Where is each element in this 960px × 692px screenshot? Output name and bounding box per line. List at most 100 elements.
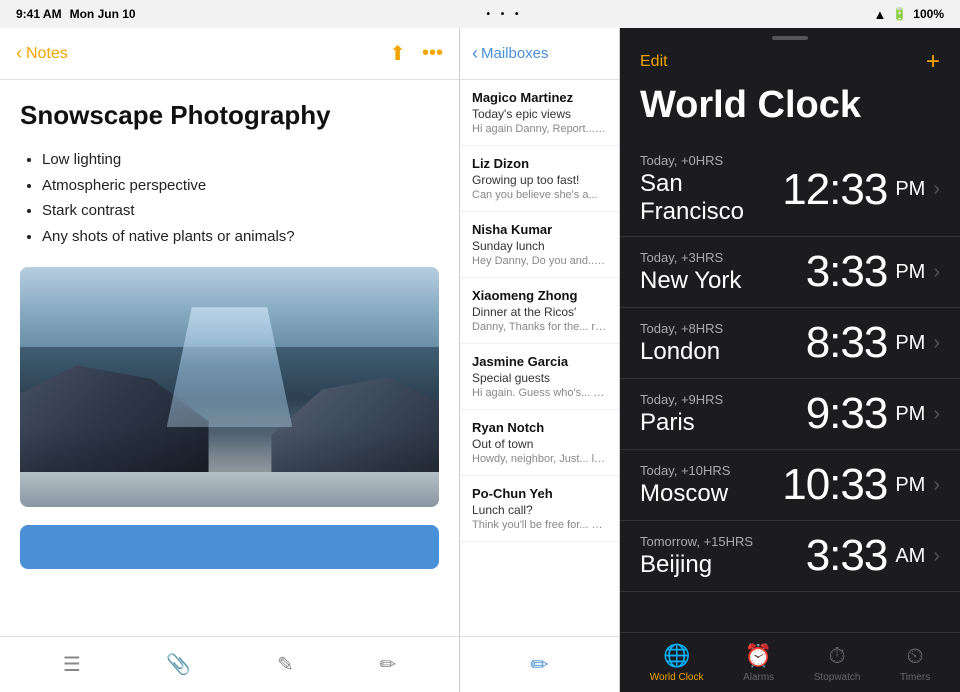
clock-city-moscow: Moscow xyxy=(640,480,730,508)
tab-timers[interactable]: ⏲ Timers xyxy=(900,643,930,683)
status-bar-right: ▲ 🔋 100% xyxy=(873,7,944,22)
notes-pen-icon[interactable]: ✎ xyxy=(277,652,294,677)
mail-item-7[interactable]: Po-Chun Yeh Lunch call? Think you'll be … xyxy=(460,476,619,542)
status-bar: 9:41 AM Mon Jun 10 • • • ▲ 🔋 100% xyxy=(0,0,960,28)
mail-item-3[interactable]: Nisha Kumar Sunday lunch Hey Danny, Do y… xyxy=(460,212,619,278)
mail-preview-6: Howdy, neighbor, Just... leaving Tuesday… xyxy=(472,453,607,465)
clock-offset-sf: Today, +0HRS xyxy=(640,153,782,168)
notes-attach-icon[interactable]: 📎 xyxy=(166,652,191,677)
tab-alarms[interactable]: ⏰ Alarms xyxy=(743,643,774,683)
clock-time-paris: 9:33 xyxy=(806,389,888,439)
notes-header-icons: ⬆ ••• xyxy=(389,41,443,66)
clock-add-button[interactable]: + xyxy=(926,48,940,76)
mail-compose-icon[interactable]: ✏ xyxy=(530,652,548,678)
notes-toolbar: ☰ 📎 ✎ ✏ xyxy=(0,636,459,692)
notes-header: ‹ Notes ⬆ ••• xyxy=(0,28,459,80)
clock-time-london: 8:33 xyxy=(806,318,888,368)
mail-preview-7: Think you'll be free for... you think mi… xyxy=(472,519,607,531)
notes-bullet-2: Atmospheric perspective xyxy=(42,173,439,199)
mail-sender-4: Xiaomeng Zhong xyxy=(472,288,607,303)
mail-item-1[interactable]: Magico Martinez Today's epic views Hi ag… xyxy=(460,80,619,146)
clock-chevron-london xyxy=(933,332,940,355)
mail-subject-3: Sunday lunch xyxy=(472,239,607,253)
notes-photo xyxy=(20,267,439,507)
tab-stopwatch[interactable]: ⏱ Stopwatch xyxy=(814,643,861,683)
wifi-icon: ▲ xyxy=(873,7,886,22)
mail-subject-5: Special guests xyxy=(472,371,607,385)
clock-offset-beijing: Tomorrow, +15HRS xyxy=(640,534,753,549)
clock-panel: Edit + World Clock Today, +0HRS San Fran… xyxy=(620,28,960,692)
mail-toolbar: ✏ xyxy=(460,636,619,692)
mail-item-4[interactable]: Xiaomeng Zhong Dinner at the Ricos' Dann… xyxy=(460,278,619,344)
clock-item-beijing[interactable]: Tomorrow, +15HRS Beijing 3:33 AM xyxy=(620,521,960,592)
clock-offset-london: Today, +8HRS xyxy=(640,321,723,336)
clock-city-ny: New York xyxy=(640,267,741,295)
notes-panel: ‹ Notes ⬆ ••• Snowscape Photography Low … xyxy=(0,28,460,692)
notes-list-icon[interactable]: ☰ xyxy=(63,652,81,677)
clock-ampm-paris: PM xyxy=(895,403,925,426)
battery-icon: 🔋 xyxy=(892,7,907,21)
clock-item-moscow[interactable]: Today, +10HRS Moscow 10:33 PM xyxy=(620,450,960,521)
clock-city-london: London xyxy=(640,338,723,366)
mail-sender-2: Liz Dizon xyxy=(472,156,607,171)
clock-offset-paris: Today, +9HRS xyxy=(640,392,723,407)
notes-more-icon[interactable]: ••• xyxy=(422,42,443,65)
clock-chevron-sf xyxy=(933,178,940,201)
mail-preview-2: Can you believe she's a... xyxy=(472,189,607,201)
mail-item-2[interactable]: Liz Dizon Growing up too fast! Can you b… xyxy=(460,146,619,212)
mail-item-6[interactable]: Ryan Notch Out of town Howdy, neighbor, … xyxy=(460,410,619,476)
clock-offset-moscow: Today, +10HRS xyxy=(640,463,730,478)
clock-city-paris: Paris xyxy=(640,409,723,437)
mail-header: ‹ Mailboxes xyxy=(460,28,619,80)
clock-item-san-francisco[interactable]: Today, +0HRS San Francisco 12:33 PM xyxy=(620,143,960,237)
notes-share-icon[interactable]: ⬆ xyxy=(389,41,406,66)
mail-preview-5: Hi again. Guess who's... know how to mak… xyxy=(472,387,607,399)
mail-sender-5: Jasmine Garcia xyxy=(472,354,607,369)
clock-time-sf: 12:33 xyxy=(782,165,887,215)
mail-item-5[interactable]: Jasmine Garcia Special guests Hi again. … xyxy=(460,344,619,410)
clock-item-new-york[interactable]: Today, +3HRS New York 3:33 PM xyxy=(620,237,960,308)
clock-edit-button[interactable]: Edit xyxy=(640,53,668,71)
status-time: 9:41 AM xyxy=(16,7,62,21)
clock-chevron-moscow xyxy=(933,474,940,497)
tab-world-clock[interactable]: 🌐 World Clock xyxy=(650,643,704,683)
clock-city-beijing: Beijing xyxy=(640,551,753,579)
world-clock-icon: 🌐 xyxy=(663,643,690,669)
clock-list: Today, +0HRS San Francisco 12:33 PM Toda… xyxy=(620,143,960,632)
notes-back-button[interactable]: ‹ Notes xyxy=(16,43,68,64)
mail-panel: ‹ Mailboxes Magico Martinez Today's epic… xyxy=(460,28,620,692)
status-dots: • • • xyxy=(487,9,523,20)
mail-sender-3: Nisha Kumar xyxy=(472,222,607,237)
notes-title: Snowscape Photography xyxy=(20,100,439,131)
mail-subject-4: Dinner at the Ricos' xyxy=(472,305,607,319)
mail-subject-1: Today's epic views xyxy=(472,107,607,121)
clock-header: Edit + xyxy=(620,48,960,84)
clock-item-london[interactable]: Today, +8HRS London 8:33 PM xyxy=(620,308,960,379)
notes-back-label: Notes xyxy=(26,45,68,63)
notes-bullet-3: Stark contrast xyxy=(42,198,439,224)
mail-back-chevron: ‹ xyxy=(472,43,478,64)
notes-back-chevron: ‹ xyxy=(16,43,22,64)
status-bar-center: • • • xyxy=(487,9,523,20)
clock-time-beijing: 3:33 xyxy=(806,531,888,581)
mail-back-label: Mailboxes xyxy=(481,45,549,62)
mail-sender-1: Magico Martinez xyxy=(472,90,607,105)
notes-content: Snowscape Photography Low lighting Atmos… xyxy=(0,80,459,636)
notes-compose-icon[interactable]: ✏ xyxy=(379,652,396,677)
notes-bullets: Low lighting Atmospheric perspective Sta… xyxy=(20,147,439,249)
mail-back-button[interactable]: ‹ Mailboxes xyxy=(472,43,549,64)
mail-subject-2: Growing up too fast! xyxy=(472,173,607,187)
stopwatch-tab-label: Stopwatch xyxy=(814,672,861,683)
timers-tab-label: Timers xyxy=(900,672,930,683)
world-clock-tab-label: World Clock xyxy=(650,672,704,683)
clock-chevron-ny xyxy=(933,261,940,284)
clock-item-paris[interactable]: Today, +9HRS Paris 9:33 PM xyxy=(620,379,960,450)
status-bar-left: 9:41 AM Mon Jun 10 xyxy=(16,7,136,21)
clock-title: World Clock xyxy=(620,84,960,143)
clock-ampm-london: PM xyxy=(895,332,925,355)
mail-sender-7: Po-Chun Yeh xyxy=(472,486,607,501)
mail-sender-6: Ryan Notch xyxy=(472,420,607,435)
clock-ampm-sf: PM xyxy=(895,178,925,201)
mail-subject-7: Lunch call? xyxy=(472,503,607,517)
stopwatch-icon: ⏱ xyxy=(829,643,846,669)
